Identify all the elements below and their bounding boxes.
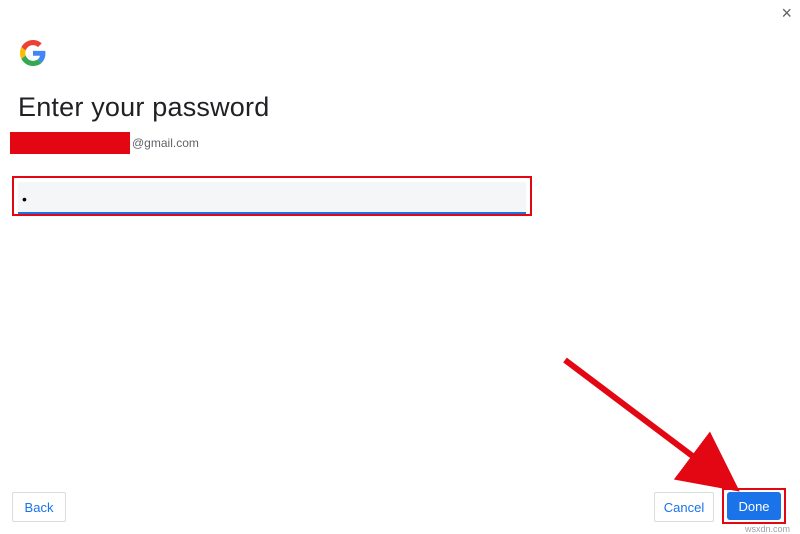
watermark-text: wsxdn.com bbox=[745, 524, 790, 534]
google-logo-icon bbox=[20, 40, 46, 66]
password-input[interactable] bbox=[18, 182, 526, 214]
footer-bar: Back Cancel Done bbox=[0, 482, 800, 522]
back-button[interactable]: Back bbox=[12, 492, 66, 522]
password-field-highlight bbox=[12, 176, 532, 216]
page-title: Enter your password bbox=[18, 92, 269, 123]
done-button-highlight: Done bbox=[722, 488, 786, 524]
redacted-email-local bbox=[10, 132, 130, 154]
cancel-button[interactable]: Cancel bbox=[654, 492, 714, 522]
email-domain: @gmail.com bbox=[132, 136, 199, 150]
account-email: @gmail.com bbox=[10, 132, 199, 154]
close-icon[interactable]: × bbox=[781, 4, 792, 22]
done-button[interactable]: Done bbox=[727, 492, 781, 520]
